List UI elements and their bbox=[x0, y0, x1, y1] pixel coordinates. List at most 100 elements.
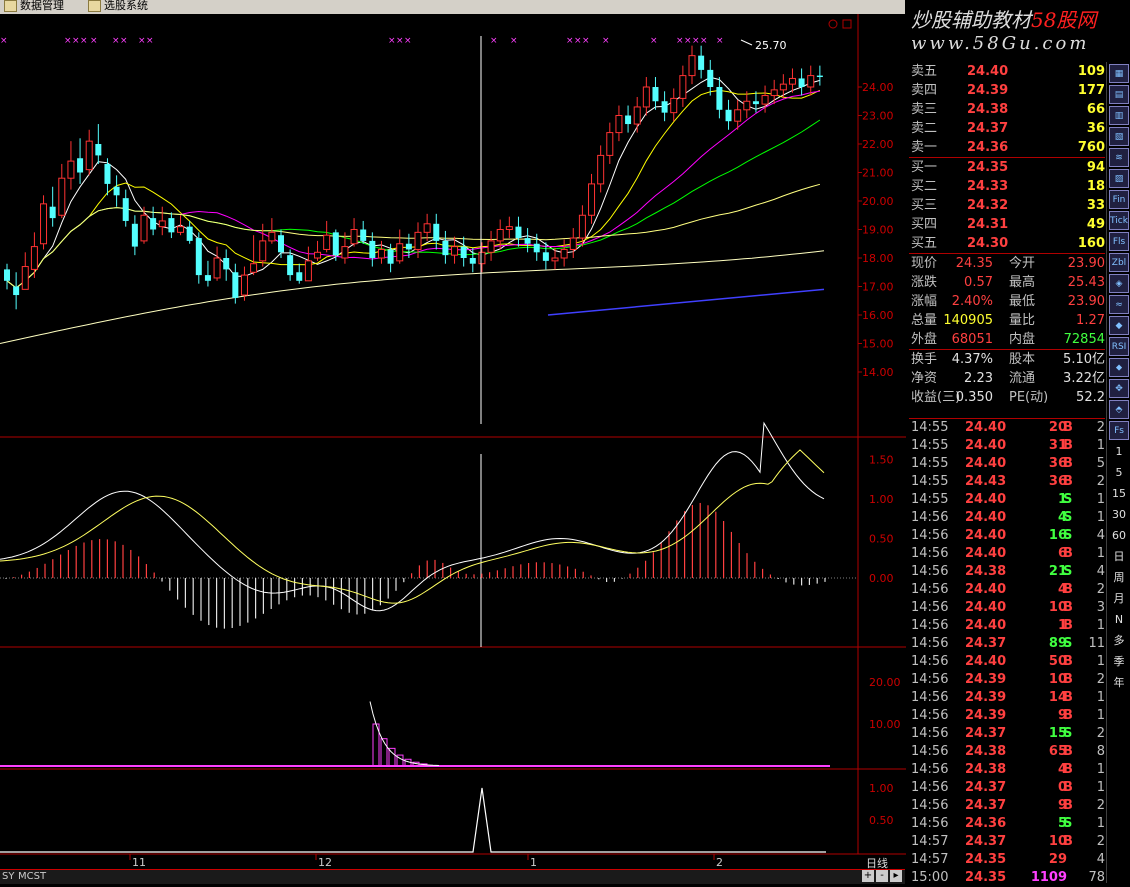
trade-price: 24.40 bbox=[965, 654, 1007, 669]
toolbar-button[interactable]: Fin bbox=[1109, 190, 1129, 209]
toolbar-button[interactable]: Zbl bbox=[1109, 253, 1129, 272]
toolbar-button[interactable]: 30 bbox=[1109, 505, 1129, 524]
trade-price: 24.40 bbox=[965, 438, 1007, 453]
menu-item-stock-selection[interactable]: 选股系统 bbox=[88, 0, 148, 14]
candle-body bbox=[259, 240, 267, 262]
tab-sy[interactable]: SY bbox=[2, 871, 14, 882]
candle-body bbox=[633, 106, 641, 125]
ask-row: 卖二 24.37 36 bbox=[909, 119, 1105, 138]
toolbar-button[interactable]: 60 bbox=[1109, 526, 1129, 545]
bid-row: 买四 24.31 49 bbox=[909, 215, 1105, 234]
zoom-in-button[interactable]: + bbox=[862, 870, 874, 882]
toolbar-button[interactable]: 5 bbox=[1109, 463, 1129, 482]
toolbar-button[interactable]: ≈ bbox=[1109, 295, 1129, 314]
toolbar-button[interactable]: Fs bbox=[1109, 421, 1129, 440]
chart-3-icon[interactable]: ▥ bbox=[1109, 106, 1129, 125]
toolbar-button[interactable]: 周 bbox=[1109, 568, 1129, 587]
chart-6-icon[interactable]: ▨ bbox=[1109, 169, 1129, 188]
toolbar-button[interactable]: 15 bbox=[1109, 484, 1129, 503]
price-tick-label: 14.00 bbox=[862, 366, 894, 379]
candle-body bbox=[779, 83, 787, 91]
toolbar-button[interactable]: ◈ bbox=[1109, 274, 1129, 293]
stat-label: 总量 bbox=[911, 313, 938, 328]
trade-count: 11 bbox=[1088, 636, 1105, 651]
toolbar-button[interactable]: 多 bbox=[1109, 631, 1129, 650]
stat-value: 0.57 bbox=[964, 275, 993, 290]
trade-count: 4 bbox=[1096, 528, 1105, 543]
trade-price: 24.38 bbox=[965, 762, 1007, 777]
bid-row: 买一 24.35 94 bbox=[909, 158, 1105, 177]
toolbar-button[interactable]: 季 bbox=[1109, 652, 1129, 671]
toolbar-button[interactable]: 月 bbox=[1109, 589, 1129, 608]
candle-body bbox=[698, 55, 705, 70]
trade-row: 14:55 24.40 31 B 1 bbox=[909, 437, 1105, 455]
toolbar-button[interactable]: 1 bbox=[1109, 442, 1129, 461]
ask-volume: 760 bbox=[1077, 140, 1105, 155]
chart-2-icon[interactable]: ▤ bbox=[1109, 85, 1129, 104]
tab-mcst[interactable]: MCST bbox=[18, 871, 46, 882]
chart-4-icon[interactable]: ▧ bbox=[1109, 127, 1129, 146]
bid-price: 24.30 bbox=[967, 236, 1009, 251]
toolbar-button[interactable]: RSI bbox=[1109, 337, 1129, 356]
trade-time: 14:56 bbox=[911, 546, 949, 561]
chart-5-icon[interactable]: ≋ bbox=[1109, 148, 1129, 167]
date-tick-label: 12 bbox=[318, 856, 332, 869]
trade-row: 14:56 24.37 15 S 2 bbox=[909, 725, 1105, 743]
zoom-out-button[interactable]: - bbox=[876, 870, 888, 882]
toolbar-button[interactable]: N bbox=[1109, 610, 1129, 629]
toolbar-button[interactable]: Fls bbox=[1109, 232, 1129, 251]
candle-body bbox=[670, 97, 678, 114]
trade-count: 3 bbox=[1096, 600, 1105, 615]
stock-chart[interactable]: × × × × × × × × × × × × × × × × × × × × × × × × 25.70 24.0023.0… bbox=[0, 14, 906, 869]
candle-body bbox=[113, 186, 120, 196]
stat-label: 涨幅 bbox=[911, 294, 938, 309]
trade-time: 14:56 bbox=[911, 528, 949, 543]
price-tick-label: 16.00 bbox=[862, 309, 894, 322]
trade-row: 14:56 24.38 65 B 8 bbox=[909, 743, 1105, 761]
candle-body bbox=[788, 77, 796, 85]
scroll-right-button[interactable]: ▸ bbox=[890, 870, 902, 882]
stat-value: 2.40% bbox=[951, 294, 993, 309]
trade-list: 14:55 24.40 20 B 2 14:55 24.40 31 B 1 14:55 24.40 36… bbox=[909, 418, 1105, 887]
stat-row: 外盘 68051 内盘 72854 bbox=[909, 330, 1105, 349]
trade-row: 14:56 24.36 5 S 1 bbox=[909, 815, 1105, 833]
toolbar-button[interactable]: Tick bbox=[1109, 211, 1129, 230]
trade-price: 24.38 bbox=[965, 564, 1007, 579]
signal-mark: × bbox=[602, 36, 610, 46]
trade-row: 14:56 24.38 21 S 4 bbox=[909, 563, 1105, 581]
candle-body bbox=[478, 251, 486, 265]
candle-body bbox=[642, 86, 650, 108]
candle-body bbox=[332, 232, 339, 256]
ask-level-label: 卖三 bbox=[911, 102, 938, 117]
toolbar-button[interactable]: ✥ bbox=[1109, 379, 1129, 398]
toolbar-button[interactable]: ⬘ bbox=[1109, 400, 1129, 419]
trade-time: 14:56 bbox=[911, 708, 949, 723]
date-tick-label: 11 bbox=[132, 856, 146, 869]
ask-level-label: 卖四 bbox=[911, 83, 938, 98]
trade-row: 14:56 24.39 10 B 2 bbox=[909, 671, 1105, 689]
candle-body bbox=[560, 248, 568, 259]
toolbar-button[interactable]: ◆ bbox=[1109, 316, 1129, 335]
chart-1-icon[interactable]: ▦ bbox=[1109, 64, 1129, 83]
candle-body bbox=[524, 238, 531, 244]
trade-price: 24.38 bbox=[965, 744, 1007, 759]
trade-direction: S bbox=[1063, 816, 1073, 831]
toolbar-button[interactable]: 日 bbox=[1109, 547, 1129, 566]
toolbar-button[interactable]: ⬥ bbox=[1109, 358, 1129, 377]
signal-mark: × bbox=[490, 36, 498, 46]
trade-count: 1 bbox=[1096, 546, 1105, 561]
bid-level-label: 买三 bbox=[911, 198, 938, 213]
trade-direction: B bbox=[1063, 690, 1073, 705]
candle-body bbox=[652, 87, 659, 102]
toolbar-button[interactable]: 年 bbox=[1109, 673, 1129, 692]
trade-row: 14:55 24.40 36 B 5 bbox=[909, 455, 1105, 473]
candle-body bbox=[770, 89, 778, 97]
trade-time: 14:55 bbox=[911, 456, 949, 471]
trade-count: 2 bbox=[1096, 726, 1105, 741]
menu-item-data-management[interactable]: 数据管理 bbox=[4, 0, 64, 14]
trade-time: 14:56 bbox=[911, 816, 949, 831]
signal-mark: × bbox=[574, 36, 582, 46]
stat-label: 量比 bbox=[1009, 313, 1036, 328]
price-tick-label: 17.00 bbox=[862, 281, 894, 294]
ask-volume: 109 bbox=[1077, 64, 1105, 79]
